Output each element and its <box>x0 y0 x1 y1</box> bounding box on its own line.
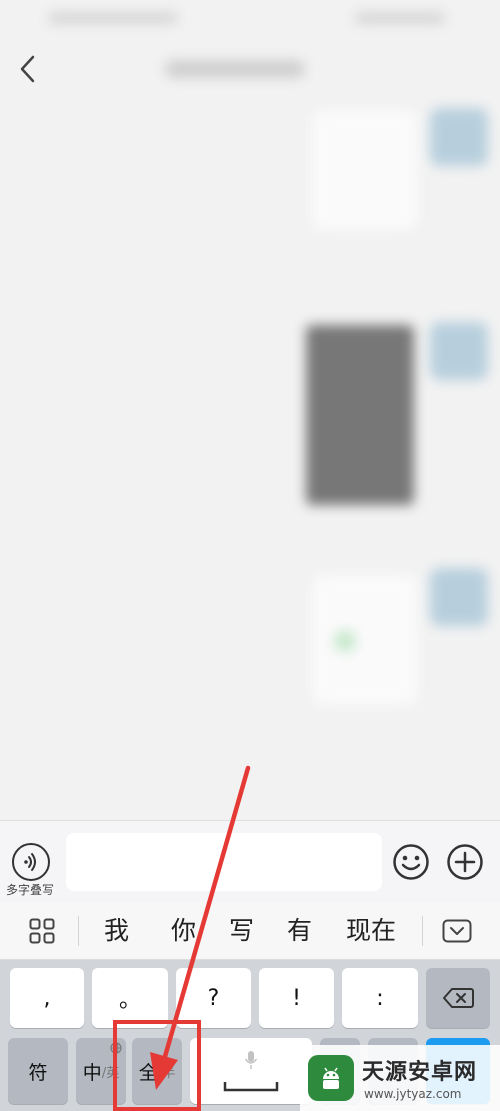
key-exclamation[interactable]: ! <box>259 968 334 1028</box>
space-bar-icon <box>223 1082 279 1092</box>
avatar <box>430 322 488 380</box>
message-icon-blurred <box>334 630 356 652</box>
watermark: 天源安卓网 www.jytyaz.com <box>300 1045 500 1111</box>
emoji-button[interactable] <box>392 843 430 881</box>
lang-main-label: 中 <box>82 1061 102 1084</box>
voice-wave-icon <box>24 853 36 871</box>
message-image[interactable] <box>306 325 414 505</box>
key-colon[interactable]: : <box>342 968 418 1028</box>
message-input[interactable] <box>66 833 382 891</box>
divider <box>422 916 423 946</box>
collapse-keyboard-icon <box>442 919 472 943</box>
backspace-key[interactable] <box>426 968 490 1028</box>
more-button[interactable] <box>446 843 484 881</box>
chat-message-list[interactable] <box>0 90 500 820</box>
watermark-url: www.jytyaz.com <box>364 1087 462 1101</box>
plus-icon <box>447 844 483 880</box>
ime-candidate-bar: 我 你 写 有 现在 <box>0 902 500 960</box>
chat-title-blurred <box>165 60 305 78</box>
message-bubble[interactable] <box>312 110 418 230</box>
back-button[interactable] <box>12 52 44 86</box>
status-icons-blurred <box>355 12 445 24</box>
candidate-word[interactable]: 我 <box>104 912 129 950</box>
symbol-key[interactable]: 符 <box>8 1038 68 1104</box>
status-time-blurred <box>48 12 178 24</box>
key-comma[interactable]: , <box>10 968 84 1028</box>
voice-button[interactable] <box>12 843 50 881</box>
annotation-highlight-box <box>113 1020 201 1111</box>
avatar <box>430 108 488 166</box>
avatar <box>430 568 488 626</box>
candidate-word[interactable]: 写 <box>229 912 254 950</box>
collapse-keyboard-button[interactable] <box>440 917 474 945</box>
space-key[interactable] <box>190 1038 312 1104</box>
voice-mode-label: 多字叠写 <box>5 883 54 897</box>
emoji-icon <box>393 844 429 880</box>
microphone-icon <box>244 1051 258 1069</box>
grid-icon <box>29 918 55 944</box>
candidate-word[interactable]: 有 <box>287 912 312 950</box>
key-period[interactable]: 。 <box>92 968 168 1028</box>
chevron-left-icon <box>20 55 35 83</box>
key-question[interactable]: ? <box>176 968 251 1028</box>
candidate-word[interactable]: 你 <box>171 912 196 950</box>
status-bar <box>0 0 500 36</box>
message-bubble[interactable] <box>312 575 418 705</box>
divider <box>78 916 79 946</box>
backspace-icon <box>443 988 474 1008</box>
watermark-title: 天源安卓网 <box>362 1060 478 1085</box>
chat-input-bar: 多字叠写 <box>0 820 500 903</box>
android-logo-icon <box>308 1055 354 1101</box>
ime-menu-button[interactable] <box>20 915 64 947</box>
candidate-word[interactable]: 现在 <box>346 912 396 950</box>
